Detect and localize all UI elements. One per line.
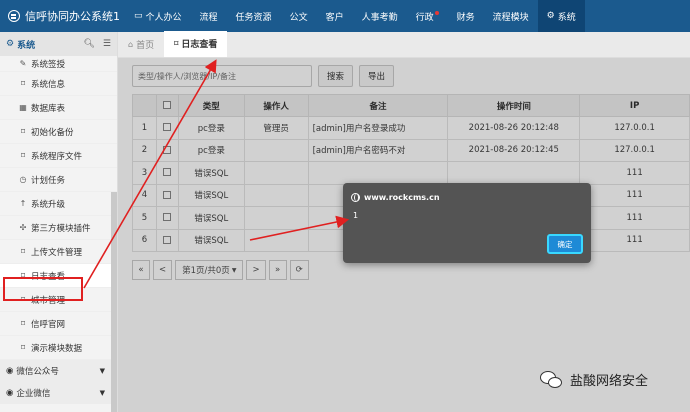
watermark-text: 盐酸网络安全 (570, 374, 649, 389)
annotation-arrows (83, 59, 350, 289)
arrow-to-dialog (249, 215, 350, 241)
wechat-logo-icon (540, 370, 564, 389)
arrow-to-log-tab (83, 59, 217, 289)
watermark: 盐酸网络安全 (540, 370, 648, 389)
